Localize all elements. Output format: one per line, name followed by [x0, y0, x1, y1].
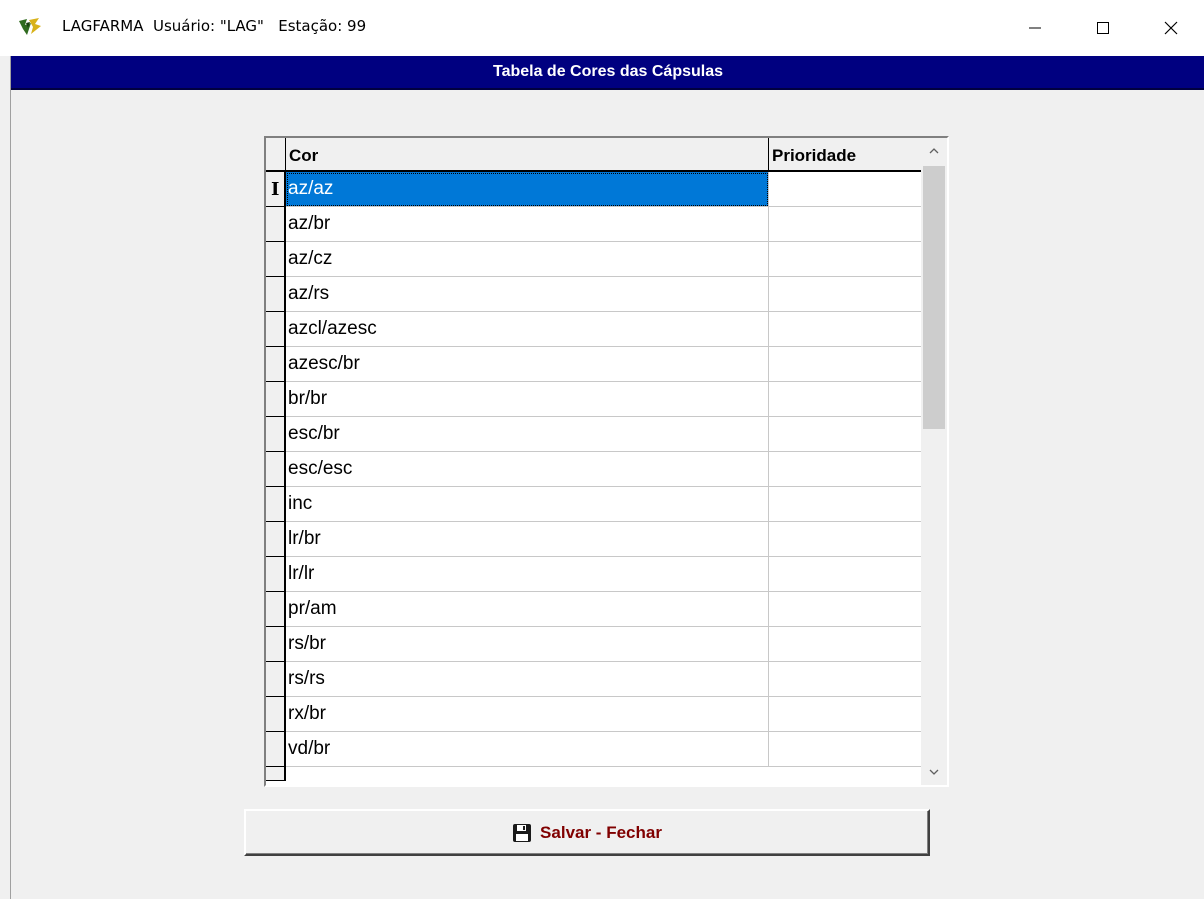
table-row[interactable]: rs/br	[266, 627, 921, 662]
title-bar: LAGFARMA Usuário: "LAG" Estação: 99	[0, 0, 1204, 56]
scroll-up-button[interactable]	[921, 138, 947, 164]
row-selector[interactable]	[266, 732, 286, 767]
cell-prioridade[interactable]	[769, 697, 921, 732]
cell-prioridade[interactable]	[769, 347, 921, 382]
table-row[interactable]: az/br	[266, 207, 921, 242]
column-header-prioridade[interactable]: Prioridade	[769, 138, 921, 172]
cell-cor[interactable]: az/rs	[286, 277, 769, 312]
scroll-down-button[interactable]	[921, 759, 947, 785]
row-selector[interactable]	[266, 417, 286, 452]
table-row[interactable]: inc	[266, 487, 921, 522]
cell-cor[interactable]: vd/br	[286, 732, 769, 767]
page-title: Tabela de Cores das Cápsulas	[11, 56, 1204, 90]
row-selector[interactable]	[266, 312, 286, 347]
scroll-thumb[interactable]	[923, 166, 945, 429]
row-selector[interactable]	[266, 522, 286, 557]
window-title: LAGFARMA Usuário: "LAG" Estação: 99	[62, 17, 367, 35]
save-close-label: Salvar - Fechar	[540, 822, 662, 842]
row-selector[interactable]	[266, 697, 286, 732]
cell-prioridade[interactable]	[769, 732, 921, 767]
row-selector-empty	[266, 767, 286, 781]
form-client-area: Tabela de Cores das Cápsulas Cor Priorid…	[10, 56, 1204, 899]
cell-cor[interactable]: az/br	[286, 207, 769, 242]
cell-cor[interactable]: esc/esc	[286, 452, 769, 487]
row-selector[interactable]	[266, 347, 286, 382]
row-selector[interactable]	[266, 662, 286, 697]
chevron-up-icon	[929, 148, 939, 154]
lagfarma-logo-icon	[19, 18, 41, 35]
minimize-button[interactable]	[1012, 10, 1058, 46]
chevron-down-icon	[929, 769, 939, 775]
table-row[interactable]: br/br	[266, 382, 921, 417]
row-selector[interactable]	[266, 592, 286, 627]
save-close-button[interactable]: Salvar - Fechar	[244, 809, 930, 856]
cell-cor[interactable]: rs/rs	[286, 662, 769, 697]
floppy-disk-icon	[513, 823, 532, 842]
row-selector[interactable]	[266, 207, 286, 242]
vertical-scrollbar[interactable]	[921, 138, 947, 785]
maximize-icon	[1097, 22, 1109, 34]
row-header-corner	[266, 138, 286, 172]
table-row[interactable]: rs/rs	[266, 662, 921, 697]
table-row[interactable]: lr/lr	[266, 557, 921, 592]
row-selector[interactable]: I	[266, 172, 286, 207]
cell-prioridade[interactable]	[769, 242, 921, 277]
table-row[interactable]: az/rs	[266, 277, 921, 312]
minimize-icon	[1029, 27, 1041, 29]
cell-prioridade[interactable]	[769, 382, 921, 417]
cell-cor[interactable]: br/br	[286, 382, 769, 417]
cell-prioridade[interactable]	[769, 172, 921, 207]
cell-prioridade[interactable]	[769, 452, 921, 487]
column-header-cor[interactable]: Cor	[286, 138, 769, 172]
cell-prioridade[interactable]	[769, 487, 921, 522]
table-row[interactable]: az/cz	[266, 242, 921, 277]
cell-cor[interactable]: azcl/azesc	[286, 312, 769, 347]
row-selector[interactable]	[266, 627, 286, 662]
row-edit-cursor-icon: I	[271, 179, 280, 200]
cell-prioridade[interactable]	[769, 627, 921, 662]
cell-cor[interactable]: inc	[286, 487, 769, 522]
cell-cor[interactable]: rx/br	[286, 697, 769, 732]
row-selector[interactable]	[266, 487, 286, 522]
colors-grid[interactable]: Cor Prioridade Iaz/az az/br az/cz az/rs azcl…	[264, 136, 949, 787]
cell-cor[interactable]: lr/lr	[286, 557, 769, 592]
close-button[interactable]	[1148, 10, 1194, 46]
cell-prioridade[interactable]	[769, 277, 921, 312]
cell-prioridade[interactable]	[769, 662, 921, 697]
cell-cor[interactable]: lr/br	[286, 522, 769, 557]
close-icon	[1164, 21, 1178, 35]
cell-prioridade[interactable]	[769, 207, 921, 242]
cell-prioridade[interactable]	[769, 417, 921, 452]
cell-cor[interactable]: pr/am	[286, 592, 769, 627]
table-row[interactable]: pr/am	[266, 592, 921, 627]
table-row[interactable]: Iaz/az	[266, 172, 921, 207]
cell-prioridade[interactable]	[769, 312, 921, 347]
row-selector[interactable]	[266, 277, 286, 312]
table-row[interactable]: esc/br	[266, 417, 921, 452]
table-row[interactable]: esc/esc	[266, 452, 921, 487]
row-selector[interactable]	[266, 557, 286, 592]
cell-prioridade[interactable]	[769, 557, 921, 592]
grid-body: Cor Prioridade Iaz/az az/br az/cz az/rs azcl…	[266, 138, 921, 785]
table-row[interactable]: lr/br	[266, 522, 921, 557]
table-row[interactable]: vd/br	[266, 732, 921, 767]
row-selector[interactable]	[266, 452, 286, 487]
cell-prioridade[interactable]	[769, 522, 921, 557]
table-row[interactable]: azcl/azesc	[266, 312, 921, 347]
row-selector[interactable]	[266, 382, 286, 417]
cell-cor[interactable]: rs/br	[286, 627, 769, 662]
cell-cor[interactable]: esc/br	[286, 417, 769, 452]
cell-cor[interactable]: azesc/br	[286, 347, 769, 382]
cell-cor[interactable]: az/az	[286, 172, 769, 207]
cell-cor[interactable]: az/cz	[286, 242, 769, 277]
cell-prioridade[interactable]	[769, 592, 921, 627]
row-selector[interactable]	[266, 242, 286, 277]
table-row[interactable]: azesc/br	[266, 347, 921, 382]
table-row[interactable]: rx/br	[266, 697, 921, 732]
maximize-button[interactable]	[1080, 10, 1126, 46]
